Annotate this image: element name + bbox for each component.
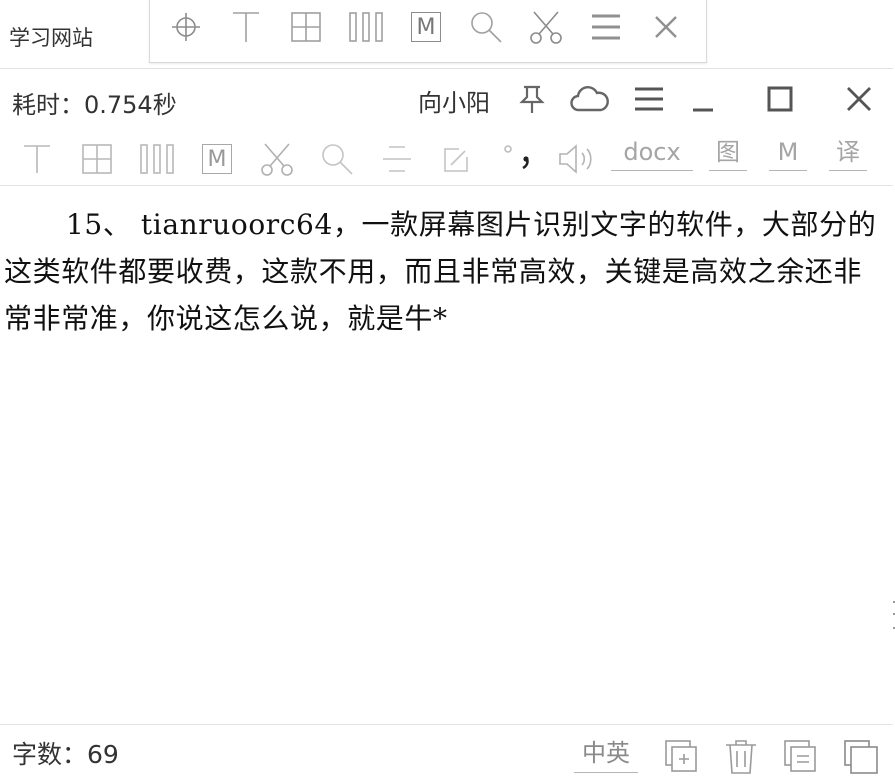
pin-icon[interactable]: [512, 79, 552, 119]
image-button[interactable]: 图: [709, 137, 747, 171]
char-count: 字数：69: [12, 740, 119, 769]
columns-icon[interactable]: [345, 6, 387, 48]
edit-icon[interactable]: [436, 139, 478, 179]
m-button[interactable]: M: [769, 137, 807, 171]
punctuation-icon[interactable]: [496, 139, 538, 179]
table-icon[interactable]: [285, 6, 327, 48]
scissors-icon[interactable]: [256, 139, 298, 179]
trash-icon[interactable]: [721, 737, 761, 777]
align-icon[interactable]: [376, 139, 418, 179]
markdown-icon[interactable]: M: [196, 139, 238, 179]
username[interactable]: 向小阳: [418, 83, 490, 118]
table-icon[interactable]: [76, 139, 118, 179]
markdown-label: M: [202, 144, 232, 174]
duplicate-icon[interactable]: [841, 737, 881, 777]
translate-button[interactable]: 译: [829, 137, 867, 171]
markdown-label: M: [411, 12, 441, 42]
speaker-icon[interactable]: [556, 139, 598, 179]
floating-toolbar: M: [149, 0, 707, 63]
ocr-text-area[interactable]: 15、 tianruoorc64，一款屏幕图片识别文字的软件，大部分的这类软件都…: [4, 201, 888, 342]
menu-icon[interactable]: [585, 6, 627, 48]
search-icon[interactable]: [316, 139, 358, 179]
text-cursor-icon[interactable]: [225, 6, 267, 48]
elapsed-time: 耗时：0.754秒: [12, 91, 177, 119]
copy-icon[interactable]: [781, 737, 821, 777]
scissors-icon[interactable]: [525, 6, 567, 48]
cloud-icon[interactable]: [570, 79, 610, 119]
language-toggle[interactable]: 中英: [574, 733, 638, 773]
statusbar-divider: [0, 724, 893, 725]
menu-icon[interactable]: [629, 79, 669, 119]
ocr-result-window: 耗时：0.754秒 向小阳 M docx 图 M 译 15、 tianruoor…: [0, 68, 893, 778]
maximize-icon[interactable]: [760, 79, 800, 119]
columns-icon[interactable]: [136, 139, 178, 179]
text-cursor-icon[interactable]: [16, 139, 58, 179]
docx-button[interactable]: docx: [611, 137, 693, 171]
close-icon[interactable]: [645, 6, 687, 48]
search-icon[interactable]: [465, 6, 507, 48]
minimize-icon[interactable]: [683, 79, 723, 119]
new-doc-icon[interactable]: [662, 737, 702, 777]
close-icon[interactable]: [839, 79, 879, 119]
crosshair-icon[interactable]: [165, 6, 207, 48]
toolbar-divider: [0, 185, 893, 186]
markdown-icon[interactable]: M: [405, 6, 447, 48]
background-window-title: 学习网站: [9, 26, 93, 50]
